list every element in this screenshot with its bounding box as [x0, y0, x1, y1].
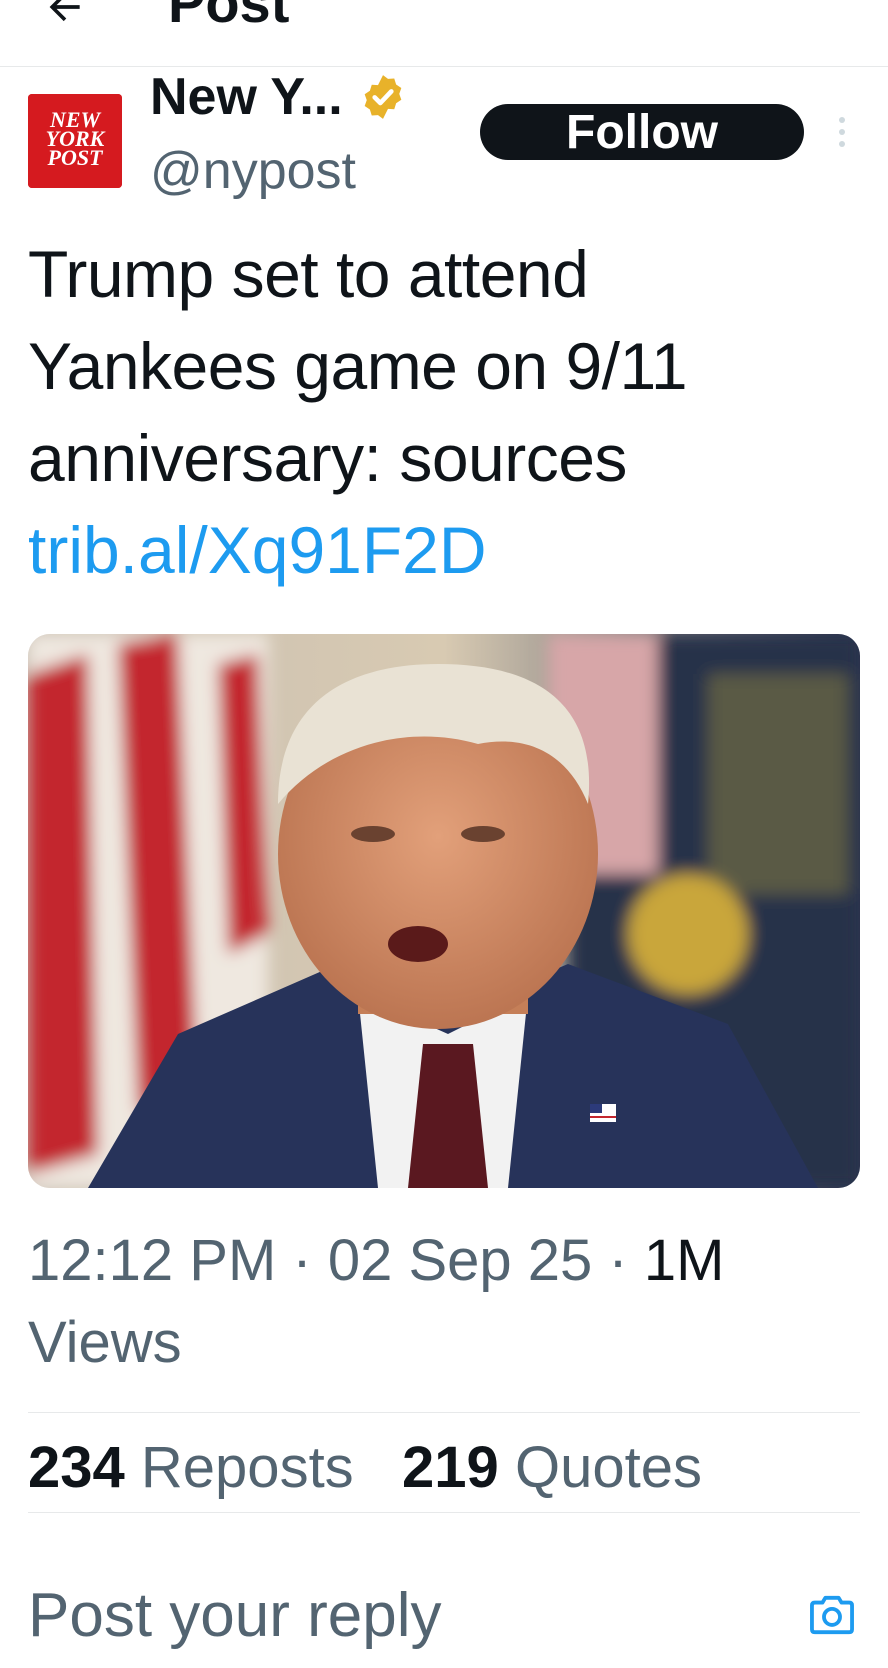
camera-icon — [810, 1595, 854, 1635]
verified-badge-icon — [357, 71, 409, 123]
svg-text:POST: POST — [47, 145, 105, 170]
author-handle[interactable]: @nypost — [150, 140, 356, 202]
meta-separator: · — [608, 1228, 644, 1293]
views-count: 1M — [643, 1228, 725, 1293]
post-text-line: Trump set to attend — [28, 237, 589, 311]
camera-button[interactable] — [806, 1590, 858, 1640]
follow-button[interactable]: Follow — [480, 104, 804, 160]
quotes-count: 219 — [402, 1435, 499, 1500]
reply-input[interactable]: Post your reply — [28, 1576, 442, 1656]
page-title: Post — [168, 0, 290, 34]
divider — [28, 1412, 860, 1413]
quotes-label: Quotes — [514, 1435, 702, 1500]
post-text-line: Yankees game on 9/11 — [28, 329, 688, 403]
nypost-logo: NEW YORK POST — [28, 94, 122, 188]
author-name-row: New Y... — [150, 66, 409, 128]
post-link[interactable]: trib.al/Xq91F2D — [28, 504, 487, 596]
post-stats: 234 Reposts 219 Quotes — [28, 1428, 702, 1508]
post-time[interactable]: 12:12 PM — [28, 1228, 276, 1293]
post-meta: 12:12 PM · 02 Sep 25 · 1M Views — [28, 1220, 848, 1384]
views-label: Views — [28, 1310, 182, 1375]
divider — [28, 1512, 860, 1513]
post-text: Trump set to attend Yankees game on 9/11… — [28, 228, 848, 504]
avatar[interactable]: NEW YORK POST — [28, 94, 122, 188]
more-options-button[interactable] — [830, 112, 854, 152]
author-name[interactable]: New Y... — [150, 66, 343, 128]
reposts-label: Reposts — [140, 1435, 354, 1500]
reposts-stat[interactable]: 234 Reposts — [28, 1435, 370, 1500]
meta-separator: · — [292, 1228, 328, 1293]
more-vertical-icon — [839, 117, 845, 147]
top-bar: Post — [0, 0, 888, 67]
quotes-stat[interactable]: 219 Quotes — [402, 1435, 702, 1500]
arrow-left-icon — [49, 0, 80, 22]
photo-illustration — [28, 634, 860, 1188]
post-date[interactable]: 02 Sep 25 — [328, 1228, 592, 1293]
back-button[interactable] — [40, 0, 90, 32]
post-image[interactable] — [28, 634, 860, 1188]
reposts-count: 234 — [28, 1435, 125, 1500]
post-text-line: anniversary: sources — [28, 421, 627, 495]
